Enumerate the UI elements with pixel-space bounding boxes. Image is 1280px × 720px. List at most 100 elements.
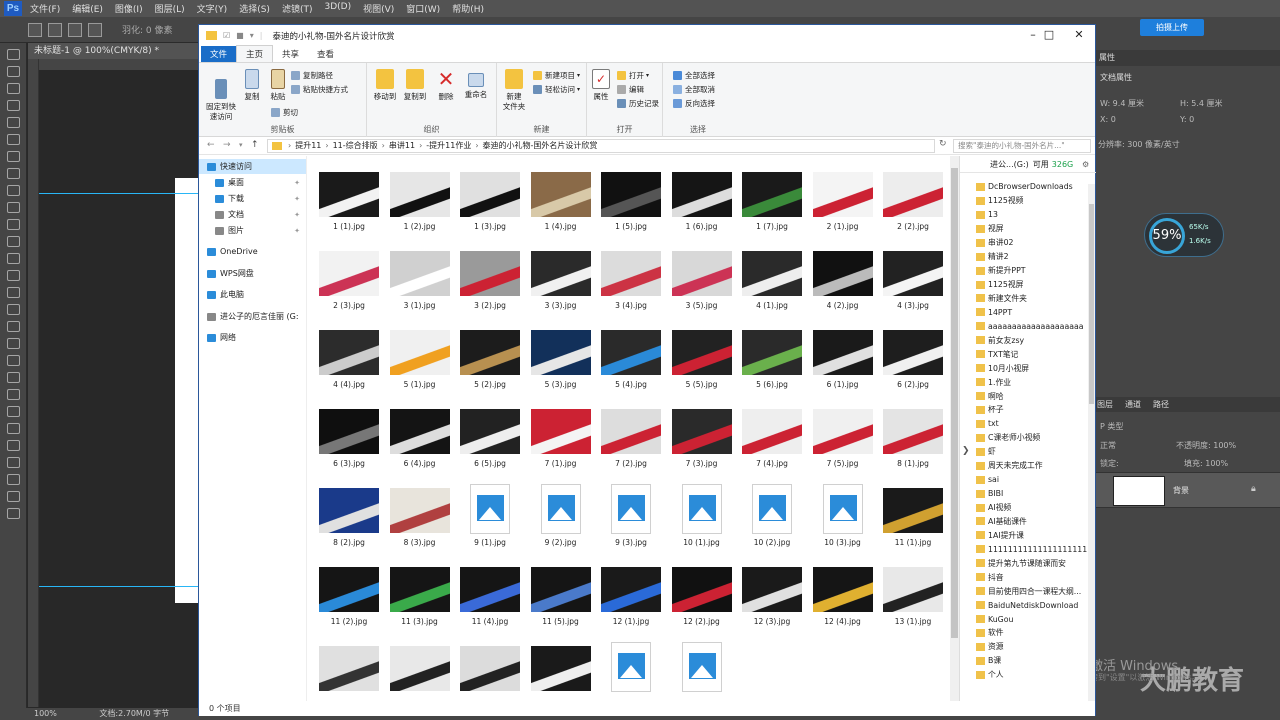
file-item[interactable]: 1 (1).jpg [308, 156, 379, 235]
side-folder-item[interactable]: 新建文件夹 [976, 292, 1088, 306]
file-item[interactable]: 5 (4).jpg [590, 314, 661, 393]
file-item[interactable]: 9 (1).jpg [449, 472, 520, 551]
file-item[interactable]: 5 (2).jpg [449, 314, 520, 393]
nav-item[interactable]: 进公子的厄言佳丽 (G: [199, 309, 306, 324]
side-folder-item[interactable]: 资源 [976, 640, 1088, 654]
file-item[interactable]: 9 (3).jpg [590, 472, 661, 551]
nav-item[interactable]: 文档 ✦ [199, 207, 306, 222]
selection-mode-new-icon[interactable] [28, 22, 42, 37]
file-item[interactable]: 1 (5).jpg [590, 156, 661, 235]
ps-tool-icon[interactable] [7, 372, 20, 383]
prop-height[interactable]: H: 5.4 厘米 [1180, 98, 1223, 109]
file-item[interactable]: 3 (2).jpg [449, 235, 520, 314]
ps-tool-icon[interactable] [7, 253, 20, 264]
ps-tool-icon[interactable] [7, 474, 20, 485]
file-item[interactable] [308, 630, 379, 701]
canvas-document[interactable] [175, 178, 198, 603]
file-item[interactable]: 1 (2).jpg [379, 156, 450, 235]
paste-shortcut-button[interactable]: 粘贴快捷方式 [291, 84, 348, 95]
ps-tool-icon[interactable] [7, 457, 20, 468]
ps-tool-icon[interactable] [7, 168, 20, 179]
select-none-button[interactable]: 全部取消 [673, 84, 715, 95]
gear-icon[interactable]: ⚙ [1082, 160, 1089, 169]
refresh-icon[interactable]: ↻ [939, 139, 947, 149]
file-item[interactable]: 7 (3).jpg [661, 393, 732, 472]
fill-field[interactable]: 填充: 100% [1184, 458, 1228, 469]
layers-tab[interactable]: 路径 [1153, 399, 1169, 410]
expand-arrow-icon[interactable]: ❯ [962, 446, 970, 456]
selection-mode-intersect-icon[interactable] [88, 22, 102, 37]
side-folder-item[interactable]: 目前使用四合一课程大纲... [976, 584, 1088, 598]
file-item[interactable]: 3 (3).jpg [520, 235, 591, 314]
copy-button[interactable]: 复制 [241, 69, 263, 102]
file-item[interactable]: 7 (4).jpg [731, 393, 802, 472]
file-item[interactable]: 9 (2).jpg [520, 472, 591, 551]
side-folder-item[interactable]: 视屏 [976, 222, 1088, 236]
tab-share[interactable]: 共享 [273, 46, 308, 62]
ps-tool-icon[interactable] [7, 304, 20, 315]
file-item[interactable]: 3 (1).jpg [379, 235, 450, 314]
new-folder-button[interactable]: 新建 文件夹 [499, 69, 529, 112]
up-arrow-icon[interactable]: ↑ [251, 140, 259, 150]
ps-menu-item[interactable]: 窗口(W) [406, 2, 440, 15]
breadcrumb-item[interactable]: 提升11 [295, 140, 321, 152]
breadcrumb-separator-icon[interactable]: › [288, 140, 291, 152]
file-item[interactable]: 5 (6).jpg [731, 314, 802, 393]
recent-dropdown-icon[interactable]: ▾ [239, 141, 243, 149]
side-folder-item[interactable]: KuGou [976, 612, 1088, 626]
ps-tool-icon[interactable] [7, 321, 20, 332]
ps-tool-icon[interactable] [7, 83, 20, 94]
file-item[interactable]: 7 (2).jpg [590, 393, 661, 472]
paste-button[interactable]: 粘贴 [267, 69, 289, 102]
side-folder-item[interactable]: BaiduNetdiskDownload [976, 598, 1088, 612]
ps-tool-icon[interactable] [7, 185, 20, 196]
forward-arrow-icon[interactable]: → [223, 140, 231, 150]
properties-panel-tab[interactable]: 属性 [1095, 50, 1280, 66]
file-item[interactable]: 6 (3).jpg [308, 393, 379, 472]
ps-tool-icon[interactable] [7, 423, 20, 434]
opacity-field[interactable]: 不透明度: 100% [1176, 440, 1236, 451]
ps-menu-item[interactable]: 3D(D) [324, 2, 351, 15]
breadcrumb-item[interactable]: 11-综合排版 [333, 140, 378, 152]
file-item[interactable]: 2 (3).jpg [308, 235, 379, 314]
ps-tool-icon[interactable] [7, 270, 20, 281]
breadcrumb-item[interactable]: 泰迪的小礼物-国外名片设计欣赏 [483, 140, 598, 152]
scrollbar-thumb[interactable] [1089, 204, 1094, 404]
side-folder-item[interactable]: 14PPT [976, 305, 1088, 319]
file-item[interactable]: 12 (1).jpg [590, 551, 661, 630]
side-folder-item[interactable]: 1125视频 [976, 194, 1088, 208]
quick-access-new-folder-icon[interactable]: ■ [236, 31, 244, 40]
ps-menu-item[interactable]: 编辑(E) [72, 2, 103, 15]
cloud-upload-button[interactable]: 拍摄上传 [1140, 19, 1204, 36]
nav-item[interactable]: WPS网盘 [199, 266, 306, 281]
file-item[interactable] [379, 630, 450, 701]
file-item[interactable]: 5 (1).jpg [379, 314, 450, 393]
move-to-button[interactable]: 移动到 [371, 69, 399, 102]
file-item[interactable]: 2 (1).jpg [802, 156, 873, 235]
side-folder-item[interactable]: 新提升PPT [976, 264, 1088, 278]
file-item[interactable]: 11 (5).jpg [520, 551, 591, 630]
ps-tool-icon[interactable] [7, 338, 20, 349]
history-button[interactable]: 历史记录 [617, 98, 659, 109]
ps-tool-icon[interactable] [7, 389, 20, 400]
side-folder-item[interactable]: 1.作业 [976, 375, 1088, 389]
file-item[interactable]: 4 (3).jpg [872, 235, 943, 314]
layers-tab[interactable]: 图层 [1097, 399, 1113, 410]
maximize-button[interactable]: □ [1033, 25, 1065, 46]
file-item[interactable]: 5 (5).jpg [661, 314, 732, 393]
tab-file[interactable]: 文件 [201, 46, 237, 62]
back-arrow-icon[interactable]: ← [207, 140, 215, 150]
new-item-button[interactable]: 新建项目 ▾ [533, 70, 580, 81]
side-folder-item[interactable]: 杯子 [976, 403, 1088, 417]
breadcrumb-separator-icon[interactable]: › [419, 140, 422, 152]
file-item[interactable]: 11 (2).jpg [308, 551, 379, 630]
ps-tool-icon[interactable] [7, 508, 20, 519]
file-item[interactable] [661, 630, 732, 701]
file-item[interactable]: 1 (7).jpg [731, 156, 802, 235]
side-folder-item[interactable]: 13 [976, 208, 1088, 222]
file-item[interactable]: 11 (4).jpg [449, 551, 520, 630]
side-folder-item[interactable]: 软件 [976, 626, 1088, 640]
nav-item[interactable]: 网络 [199, 330, 306, 345]
quick-access-properties-icon[interactable]: ☑ [223, 31, 230, 40]
nav-item[interactable]: 此电脑 [199, 287, 306, 302]
